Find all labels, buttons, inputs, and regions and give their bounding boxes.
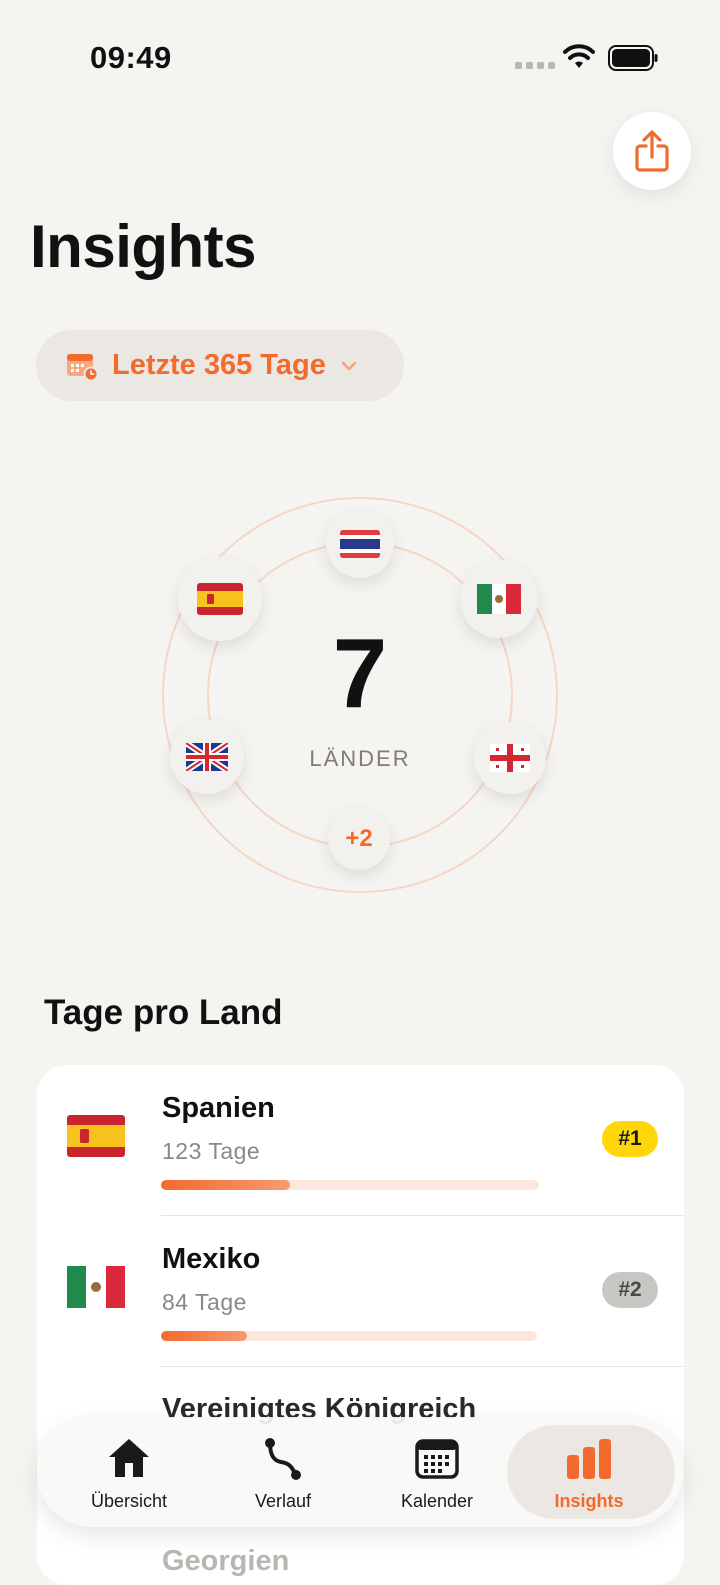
calendar-icon bbox=[415, 1438, 459, 1479]
section-title: Tage pro Land bbox=[44, 993, 283, 1032]
more-countries-label: +2 bbox=[345, 825, 373, 852]
tab-uebersicht[interactable]: Übersicht bbox=[67, 1417, 191, 1527]
country-name: Mexiko bbox=[162, 1243, 261, 1275]
route-icon bbox=[265, 1437, 301, 1480]
tab-bar: Übersicht Verlauf Kalender Insights bbox=[37, 1417, 683, 1527]
rank-badge: #1 bbox=[602, 1121, 658, 1157]
tab-label: Verlauf bbox=[254, 1490, 312, 1511]
country-days: 84 Tage bbox=[162, 1289, 247, 1315]
flag-bubble-thailand[interactable] bbox=[326, 510, 394, 578]
share-icon bbox=[635, 130, 669, 172]
georgia-flag-icon bbox=[490, 744, 530, 772]
chevron-down-icon bbox=[341, 361, 357, 370]
row-divider bbox=[161, 1366, 684, 1367]
uk-flag-icon bbox=[186, 743, 228, 771]
country-count-label: LÄNDER bbox=[309, 746, 411, 771]
flag-bubble-georgia[interactable] bbox=[474, 722, 546, 794]
tab-label: Übersicht bbox=[90, 1490, 168, 1511]
country-row[interactable]: Mexiko 84 Tage #2 bbox=[37, 1216, 684, 1366]
tab-kalender[interactable]: Kalender bbox=[377, 1417, 497, 1527]
wifi-icon bbox=[563, 44, 595, 68]
mexico-flag-icon bbox=[67, 1266, 125, 1308]
date-range-label: Letzte 365 Tage bbox=[112, 349, 326, 381]
days-bar bbox=[161, 1180, 539, 1190]
days-bar-fill bbox=[161, 1331, 248, 1341]
cellular-signal-icon bbox=[515, 62, 555, 69]
country-count: 7 bbox=[332, 618, 388, 728]
country-row[interactable]: Spanien 123 Tage #1 bbox=[37, 1065, 684, 1215]
flag-bubble-uk[interactable] bbox=[170, 720, 244, 794]
tab-label: Insights bbox=[554, 1490, 624, 1511]
days-bar-fill bbox=[161, 1180, 290, 1190]
share-button[interactable] bbox=[613, 112, 691, 190]
country-name-peek: Georgien bbox=[162, 1545, 290, 1577]
more-countries-bubble[interactable]: +2 bbox=[328, 808, 390, 870]
flag-bubble-spain[interactable] bbox=[178, 557, 262, 641]
countries-ring: 7 LÄNDER +2 bbox=[0, 480, 720, 910]
country-name: Spanien bbox=[162, 1092, 275, 1124]
status-bar: 09:49 bbox=[0, 0, 720, 110]
spain-flag-icon bbox=[197, 583, 243, 615]
house-icon bbox=[109, 1438, 149, 1477]
status-time: 09:49 bbox=[90, 40, 172, 75]
calendar-clock-icon bbox=[67, 353, 98, 381]
bar-chart-icon bbox=[567, 1438, 611, 1479]
tab-verlauf[interactable]: Verlauf bbox=[223, 1417, 343, 1527]
country-days: 123 Tage bbox=[162, 1138, 261, 1164]
tab-insights[interactable]: Insights bbox=[527, 1417, 651, 1527]
date-range-picker[interactable]: Letzte 365 Tage bbox=[36, 330, 404, 401]
tab-label: Kalender bbox=[400, 1490, 474, 1511]
thailand-flag-icon bbox=[340, 530, 380, 558]
battery-icon bbox=[608, 45, 658, 71]
days-bar bbox=[161, 1331, 537, 1341]
page-title: Insights bbox=[30, 213, 257, 280]
spain-flag-icon bbox=[67, 1115, 125, 1157]
flag-bubble-mexico[interactable] bbox=[460, 560, 538, 638]
rank-badge: #2 bbox=[602, 1272, 658, 1308]
mexico-flag-icon bbox=[477, 584, 521, 614]
